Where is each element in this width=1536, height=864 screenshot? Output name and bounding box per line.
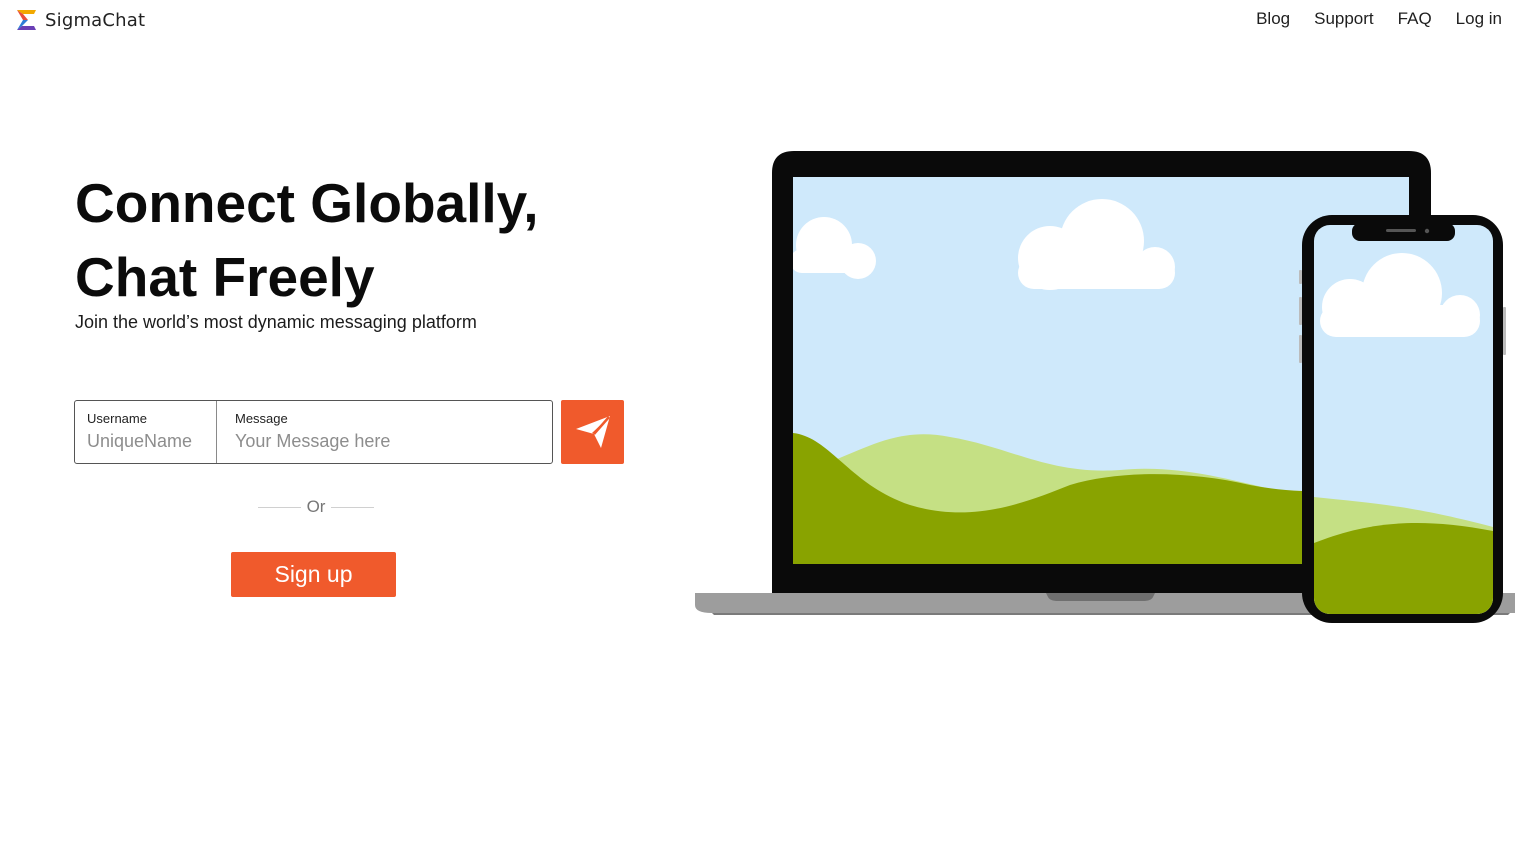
divider-line-left — [258, 506, 301, 508]
sigma-logo-icon — [17, 10, 36, 30]
username-input[interactable] — [87, 431, 204, 452]
username-label: Username — [87, 411, 147, 426]
nav-support-link[interactable]: Support — [1314, 9, 1374, 29]
username-field[interactable]: Username — [75, 401, 217, 463]
phone — [1299, 215, 1506, 623]
site-header: SigmaChat Blog Support FAQ Log in — [0, 0, 1536, 42]
nav-faq-link[interactable]: FAQ — [1398, 9, 1432, 29]
hero-subtitle: Join the world’s most dynamic messaging … — [75, 312, 477, 332]
message-label: Message — [235, 411, 288, 426]
send-button[interactable] — [561, 400, 624, 464]
top-nav: Blog Support FAQ Log in — [1256, 9, 1502, 29]
nav-login-link[interactable]: Log in — [1456, 9, 1502, 29]
message-input[interactable] — [235, 431, 540, 452]
brand[interactable]: SigmaChat — [16, 9, 145, 31]
divider-line-right — [331, 506, 375, 508]
message-form: Username Message — [74, 400, 553, 464]
signup-button[interactable]: Sign up — [231, 552, 396, 597]
devices-illustration — [695, 151, 1515, 623]
hero-title-line-1: Connect Globally, — [75, 172, 539, 234]
brand-name: SigmaChat — [45, 9, 146, 31]
paper-plane-icon — [575, 416, 610, 448]
or-divider: Or — [258, 497, 375, 517]
hero-title: Connect Globally, Chat Freely — [75, 166, 675, 314]
divider-text: Or — [306, 497, 326, 516]
message-field[interactable]: Message — [217, 401, 552, 463]
nav-blog-link[interactable]: Blog — [1256, 9, 1290, 29]
hero-title-line-2: Chat Freely — [75, 246, 375, 308]
